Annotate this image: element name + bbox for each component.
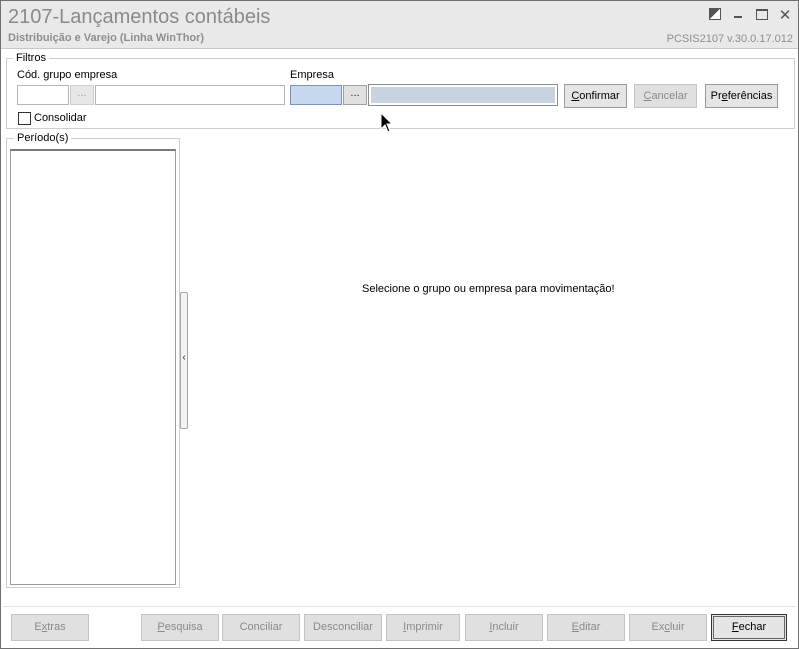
- editar-label-key: E: [571, 621, 579, 633]
- fechar-button[interactable]: Fechar: [711, 614, 787, 641]
- filters-legend: Filtros: [13, 52, 49, 64]
- close-icon[interactable]: ✕: [776, 7, 794, 25]
- extras-button[interactable]: Extras: [11, 614, 89, 641]
- cancelar-label-post: ancelar: [651, 90, 688, 102]
- cancelar-button[interactable]: Cancelar: [634, 84, 697, 108]
- grupo-empresa-label: Cód. grupo empresa: [17, 69, 118, 81]
- empresa-lookup-button[interactable]: ...: [343, 85, 367, 105]
- fechar-label-key: F: [731, 621, 739, 633]
- toolbar-divider: [3, 606, 796, 607]
- preferencias-label-post: ferências: [727, 90, 773, 102]
- fechar-label-post: echar: [738, 621, 767, 633]
- editar-label-post: ditar: [578, 621, 601, 633]
- empty-state-message: Selecione o grupo ou empresa para movime…: [362, 283, 615, 295]
- preferencias-label-pre: Pr: [710, 90, 722, 102]
- window-title: 2107-Lançamentos contábeis: [8, 6, 271, 28]
- version-label: PCSIS2107 v.30.0.17.012: [666, 33, 793, 45]
- title-bar[interactable]: 2107-Lançamentos contábeis Distribuição …: [1, 1, 798, 49]
- imprimir-label-post: mprimir: [406, 621, 443, 633]
- empresa-label: Empresa: [290, 69, 335, 81]
- incluir-button[interactable]: Incluir: [465, 614, 543, 641]
- excluir-button[interactable]: Excluir: [629, 614, 707, 641]
- consolidar-checkbox[interactable]: [18, 112, 31, 125]
- chevron-left-icon[interactable]: ‹: [181, 351, 187, 365]
- conciliar-button[interactable]: Conciliar: [222, 614, 300, 641]
- desconciliar-button[interactable]: Desconciliar: [304, 614, 382, 641]
- editar-button[interactable]: Editar: [547, 614, 625, 641]
- minimize-icon[interactable]: [729, 5, 747, 23]
- pesquisa-button[interactable]: Pesquisa: [141, 614, 219, 641]
- empresa-code-input[interactable]: [290, 85, 342, 105]
- extras-label-post: tras: [47, 621, 66, 633]
- excluir-label-pre: Ex: [651, 621, 665, 633]
- maximize-icon[interactable]: [753, 7, 771, 25]
- panel-splitter[interactable]: ‹: [180, 292, 188, 429]
- consolidar-label[interactable]: Consolidar: [34, 112, 87, 124]
- grupo-empresa-lookup-button[interactable]: ...: [70, 85, 94, 105]
- grupo-empresa-code-input[interactable]: [17, 85, 69, 105]
- main-window: 2107-Lançamentos contábeis Distribuição …: [0, 0, 799, 649]
- excluir-label-post: luir: [669, 621, 685, 633]
- periodos-legend: Período(s): [14, 132, 72, 144]
- incluir-label-post: ncluir: [492, 621, 519, 633]
- preferencias-button[interactable]: Preferências: [705, 84, 778, 108]
- extras-label-pre: E: [34, 621, 42, 633]
- mouse-cursor-icon: [380, 112, 394, 133]
- pesquisa-label-post: esquisa: [164, 621, 203, 633]
- confirmar-label-post: onfirmar: [579, 90, 620, 102]
- pesquisa-label-key: P: [157, 621, 165, 633]
- window-subtitle: Distribuição e Varejo (Linha WinThor): [8, 32, 205, 44]
- restore-icon[interactable]: [706, 7, 724, 25]
- grupo-empresa-name-input[interactable]: [95, 85, 285, 105]
- imprimir-button[interactable]: Imprimir: [386, 614, 460, 641]
- empresa-name-input[interactable]: [368, 84, 558, 106]
- periodos-list[interactable]: [10, 149, 176, 585]
- confirmar-button[interactable]: Confirmar: [564, 84, 627, 108]
